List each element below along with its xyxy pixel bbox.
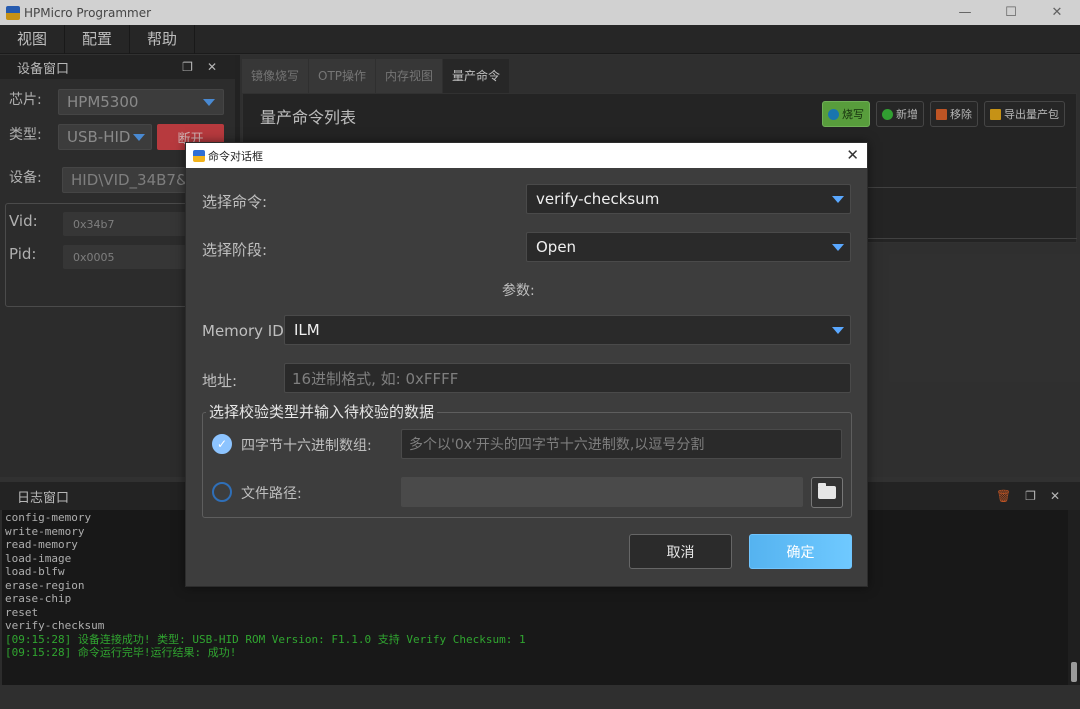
memory-id-select[interactable]: ILM [284, 315, 851, 345]
dialog-title: 命令对话框 [208, 149, 263, 163]
command-label: 选择命令: [202, 193, 268, 211]
address-label: 地址: [202, 372, 238, 390]
app-logo-icon [193, 149, 205, 162]
hex-array-input[interactable]: 多个以'0x'开头的四字节十六进制数,以逗号分割 [401, 429, 842, 459]
params-label: 参数: [502, 283, 535, 299]
ok-button[interactable]: 确定 [749, 534, 852, 569]
address-input[interactable]: 16进制格式, 如: 0xFFFF [284, 363, 851, 393]
stage-select[interactable]: Open [526, 232, 851, 262]
hex-array-label: 四字节十六进制数组: [241, 438, 372, 454]
dialog-close-button[interactable]: ✕ [846, 146, 859, 164]
chevron-down-icon [832, 244, 844, 251]
browse-file-button[interactable] [811, 477, 843, 508]
checksum-group-title: 选择校验类型并输入待校验的数据 [206, 401, 438, 422]
hex-array-radio[interactable]: ✓ [212, 434, 232, 454]
folder-icon [818, 483, 836, 499]
command-select[interactable]: verify-checksum [526, 184, 851, 214]
file-path-input[interactable] [401, 477, 803, 507]
cancel-button[interactable]: 取消 [629, 534, 732, 569]
memory-id-label: Memory ID: [202, 322, 289, 340]
chevron-down-icon [832, 196, 844, 203]
stage-label: 选择阶段: [202, 241, 268, 259]
command-dialog: 命令对话框 ✕ 选择命令: verify-checksum 选择阶段: Open… [185, 142, 868, 587]
file-path-radio[interactable] [212, 482, 232, 502]
dialog-title-bar: 命令对话框 ✕ [186, 143, 867, 168]
chevron-down-icon [832, 327, 844, 334]
file-path-label: 文件路径: [241, 486, 302, 502]
